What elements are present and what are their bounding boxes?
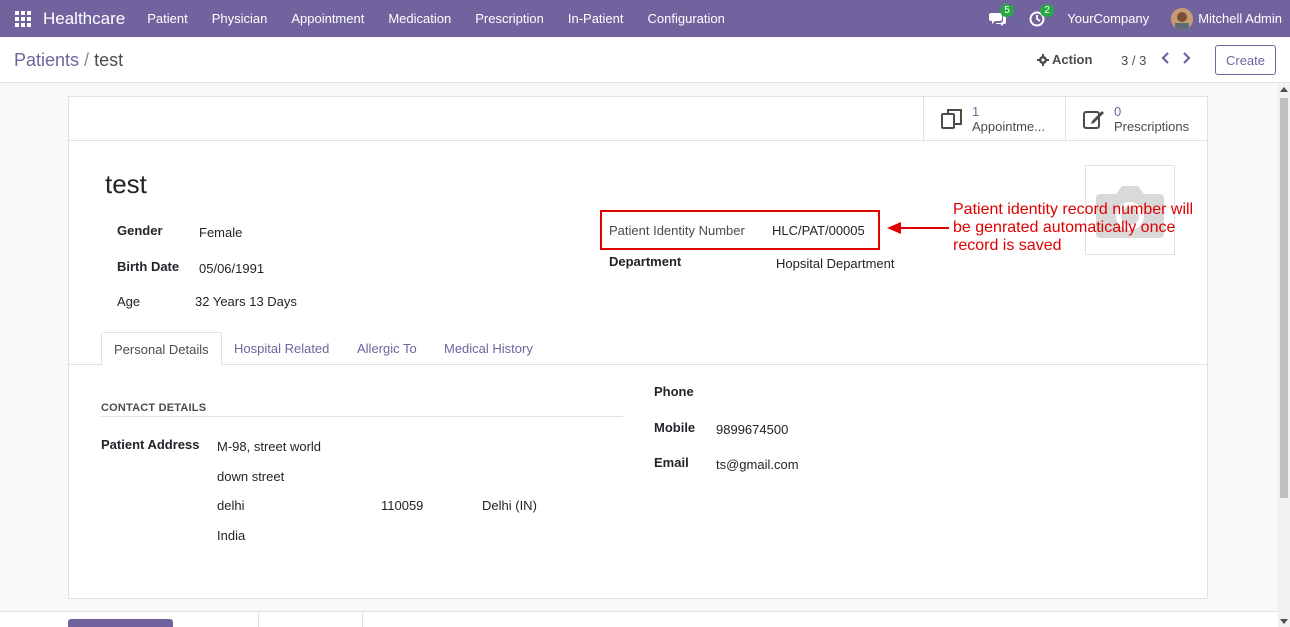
- activities-systray[interactable]: 2: [1029, 3, 1054, 27]
- pager-value[interactable]: 3 / 3: [1121, 53, 1146, 68]
- user-menu[interactable]: Mitchell Admin: [1198, 11, 1282, 26]
- menu-patient[interactable]: Patient: [135, 11, 199, 26]
- messages-badge: 5: [1000, 3, 1014, 17]
- tab-personal-details[interactable]: Personal Details: [101, 332, 222, 366]
- menu-configuration[interactable]: Configuration: [636, 11, 737, 26]
- apps-menu-icon[interactable]: [15, 10, 31, 27]
- scroll-thumb[interactable]: [1280, 98, 1288, 498]
- section-divider: [101, 416, 623, 417]
- department-value[interactable]: Hopsital Department: [776, 256, 895, 271]
- age-label: Age: [117, 294, 141, 309]
- top-navbar: Healthcare Patient Physician Appointment…: [0, 0, 1290, 37]
- chatter-divider: [362, 613, 363, 627]
- mobile-value[interactable]: 9899674500: [716, 422, 788, 437]
- send-message-button[interactable]: [68, 619, 173, 627]
- email-label: Email: [654, 455, 689, 470]
- gear-icon: [1037, 53, 1049, 66]
- create-button[interactable]: Create: [1215, 45, 1276, 75]
- annotation-arrow-icon: [887, 222, 949, 234]
- pager-previous-button[interactable]: [1160, 51, 1170, 68]
- chevron-left-icon: [1161, 52, 1169, 64]
- edit-icon: [1083, 111, 1104, 129]
- avatar-image: [1171, 7, 1194, 30]
- menu-physician[interactable]: Physician: [200, 11, 280, 26]
- birth-date-value[interactable]: 05/06/1991: [199, 261, 264, 276]
- company-switcher[interactable]: YourCompany: [1067, 11, 1149, 26]
- action-dropdown-button[interactable]: Action: [1037, 52, 1092, 67]
- page-scrollbar[interactable]: [1278, 84, 1290, 627]
- notebook-tabs: Personal Details Hospital Related Allerg…: [69, 332, 1207, 366]
- department-label: Department: [609, 254, 682, 269]
- contact-details-title: CONTACT DETAILS: [101, 402, 207, 414]
- address-state[interactable]: Delhi (IN): [482, 498, 537, 513]
- action-label: Action: [1052, 52, 1093, 67]
- tab-allergic-to[interactable]: Allergic To: [345, 332, 429, 365]
- copy-icon: [941, 109, 962, 129]
- breadcrumb-current: test: [94, 50, 124, 70]
- scroll-down-arrow-icon[interactable]: [1280, 619, 1288, 624]
- activities-badge: 2: [1040, 3, 1054, 17]
- smart-button-box: 1 Appointme... 0 Prescriptions: [69, 97, 1207, 141]
- chatter-divider: [258, 613, 259, 627]
- menu-appointment[interactable]: Appointment: [279, 11, 376, 26]
- breadcrumb: Patients / test: [14, 50, 123, 71]
- menu-medication[interactable]: Medication: [376, 11, 463, 26]
- control-panel: Patients / test Action 3 / 3 Create: [0, 37, 1290, 83]
- prescriptions-label: Prescriptions: [1114, 119, 1190, 134]
- user-avatar[interactable]: [1171, 7, 1194, 30]
- address-street2[interactable]: down street: [217, 469, 284, 484]
- prescriptions-smart-button[interactable]: 0 Prescriptions: [1065, 97, 1207, 141]
- appointments-label: Appointme...: [972, 119, 1045, 134]
- mobile-label: Mobile: [654, 420, 696, 435]
- breadcrumb-separator: /: [79, 50, 95, 70]
- address-country[interactable]: India: [217, 528, 245, 543]
- scroll-up-arrow-icon[interactable]: [1280, 87, 1288, 92]
- breadcrumb-patients-link[interactable]: Patients: [14, 50, 79, 70]
- gender-label: Gender: [117, 223, 163, 238]
- pager-next-button[interactable]: [1182, 51, 1192, 68]
- phone-label: Phone: [654, 384, 694, 399]
- chevron-right-icon: [1183, 52, 1191, 64]
- age-value: 32 Years 13 Days: [195, 294, 297, 309]
- address-zip[interactable]: 110059: [381, 498, 423, 513]
- messages-systray[interactable]: 5: [989, 3, 1014, 27]
- patient-name-title[interactable]: test: [105, 169, 147, 200]
- menu-prescription[interactable]: Prescription: [463, 11, 556, 26]
- appointments-count: 1: [972, 104, 980, 119]
- form-sheet: 1 Appointme... 0 Prescriptions test Gend…: [68, 96, 1208, 599]
- annotation-note: Patient identity record number will be g…: [953, 201, 1194, 254]
- address-city[interactable]: delhi: [217, 498, 244, 513]
- appointments-smart-button[interactable]: 1 Appointme...: [923, 97, 1065, 141]
- identity-value: HLC/PAT/00005: [772, 223, 865, 238]
- address-street[interactable]: M-98, street world: [217, 439, 321, 454]
- birth-date-label: Birth Date: [117, 259, 180, 274]
- tab-hospital-related[interactable]: Hospital Related: [222, 332, 341, 365]
- app-brand[interactable]: Healthcare: [43, 9, 125, 29]
- prescriptions-count: 0: [1114, 104, 1122, 119]
- email-value[interactable]: ts@gmail.com: [716, 457, 799, 472]
- menu-in-patient[interactable]: In-Patient: [556, 11, 636, 26]
- identity-label: Patient Identity Number: [609, 223, 745, 238]
- patient-address-label: Patient Address: [101, 437, 200, 452]
- gender-value[interactable]: Female: [199, 225, 242, 240]
- chatter-bar: [0, 611, 1278, 627]
- tab-medical-history[interactable]: Medical History: [432, 332, 545, 365]
